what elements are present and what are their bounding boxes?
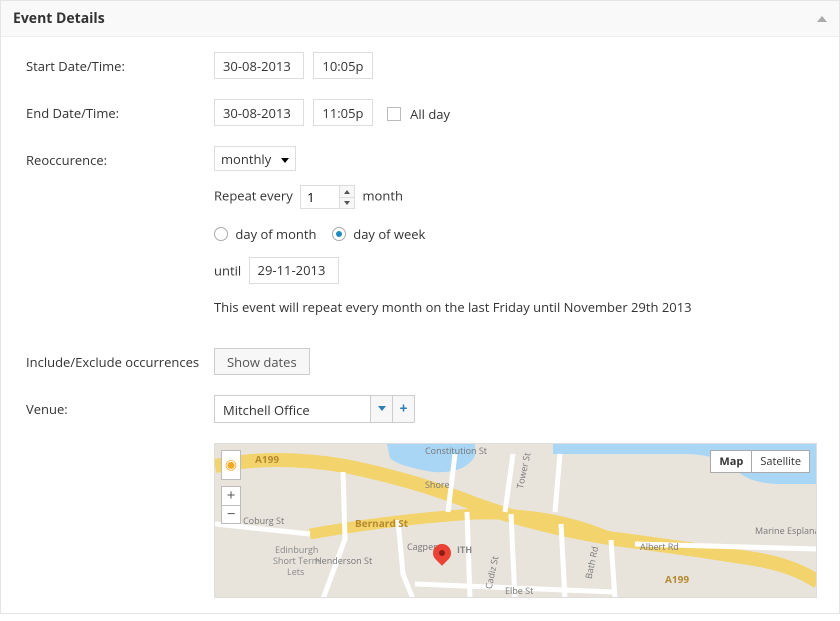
start-time-input[interactable]: [313, 52, 373, 79]
spinner-down-button[interactable]: [340, 197, 354, 208]
road-label: Bernard St: [355, 516, 408, 530]
road-label: Constitution St: [425, 444, 487, 457]
panel-header[interactable]: Event Details: [1, 1, 839, 37]
collapse-icon[interactable]: [817, 16, 827, 22]
recurrence-frequency-select[interactable]: monthly: [214, 146, 296, 171]
zoom-in-button[interactable]: +: [222, 487, 240, 505]
chevron-down-icon: [281, 158, 289, 163]
map-type-switch: Map Satellite: [710, 450, 810, 473]
end-date-input[interactable]: [214, 99, 304, 126]
start-date-input[interactable]: [214, 52, 304, 79]
show-dates-button[interactable]: Show dates: [214, 348, 310, 375]
map-type-map[interactable]: Map: [711, 451, 751, 472]
reoccurence-label: Reoccurence:: [26, 146, 214, 169]
venue-label: Venue:: [26, 395, 214, 418]
day-of-month-label: day of month: [235, 225, 316, 243]
pegman-icon: ◉: [225, 455, 237, 474]
repeat-every-label-suffix: month: [363, 186, 403, 204]
road-label: Marine Esplanade: [755, 524, 817, 537]
triangle-up-icon: [344, 190, 350, 194]
road-label: A199: [255, 452, 279, 466]
streetview-pegman[interactable]: ◉: [221, 450, 241, 480]
until-date-input[interactable]: [249, 257, 339, 284]
venue-value: Mitchell Office: [215, 396, 370, 422]
triangle-down-icon: [344, 201, 350, 205]
road-label: Henderson St: [315, 554, 372, 567]
recurrence-summary: This event will repeat every month on th…: [214, 298, 814, 316]
map-zoom-control: + −: [221, 486, 241, 524]
plus-icon: +: [399, 402, 407, 416]
all-day-checkbox[interactable]: [387, 107, 401, 121]
until-label: until: [214, 261, 241, 279]
repeat-interval-input[interactable]: [301, 186, 339, 208]
road-label: A199: [665, 572, 689, 586]
road-label: Elbe St: [505, 584, 533, 597]
venue-map[interactable]: A199 A199 Bernard St Coburg St Henderson…: [214, 443, 817, 598]
caret-down-icon: [378, 406, 386, 411]
road-label: ITH: [457, 543, 472, 556]
zoom-out-button[interactable]: −: [222, 505, 240, 523]
include-exclude-label: Include/Exclude occurrences: [26, 348, 214, 371]
poi-label: Lets: [287, 565, 304, 578]
venue-add-button[interactable]: +: [392, 396, 414, 422]
venue-dropdown-button[interactable]: [370, 396, 392, 422]
repeat-every-label-prefix: Repeat every: [214, 186, 293, 204]
end-time-input[interactable]: [313, 99, 373, 126]
road-label: Shore: [425, 478, 450, 491]
road-label: Albert Rd: [640, 540, 679, 553]
day-of-week-label: day of week: [353, 225, 425, 243]
day-of-month-radio[interactable]: [214, 227, 228, 241]
map-pin-icon: [433, 544, 451, 562]
road-label: Coburg St: [243, 514, 284, 527]
panel-title: Event Details: [13, 9, 105, 28]
all-day-label: All day: [410, 105, 450, 123]
end-datetime-label: End Date/Time:: [26, 99, 214, 122]
day-of-week-radio[interactable]: [332, 227, 346, 241]
map-type-satellite[interactable]: Satellite: [751, 451, 809, 472]
repeat-interval-stepper[interactable]: [300, 185, 355, 209]
event-details-panel: Event Details Start Date/Time: End Date/…: [0, 0, 840, 614]
spinner-up-button[interactable]: [340, 186, 354, 197]
start-datetime-label: Start Date/Time:: [26, 52, 214, 75]
venue-combobox[interactable]: Mitchell Office +: [214, 395, 415, 423]
